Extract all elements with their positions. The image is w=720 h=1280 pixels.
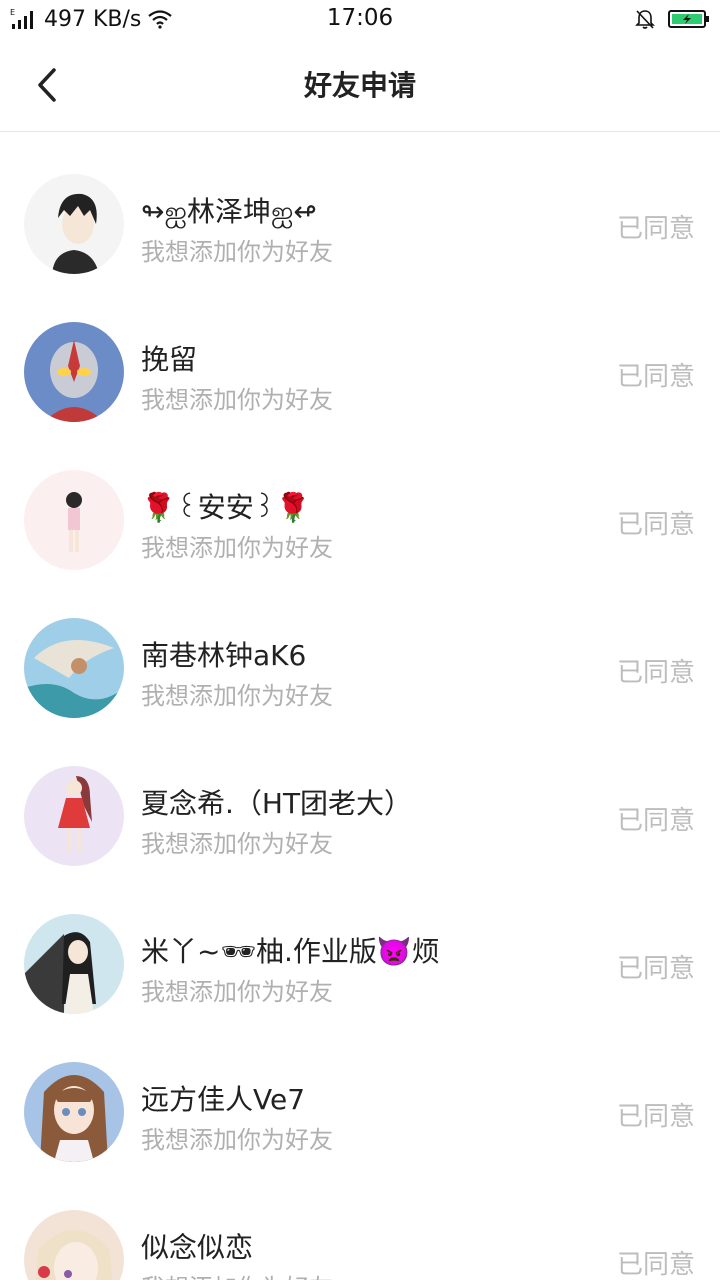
avatar-image (24, 618, 124, 718)
battery-icon (668, 10, 709, 28)
request-message: 我想添加你为好友 (141, 978, 333, 1006)
avatar[interactable] (24, 470, 124, 570)
status-bar: E 497 KB/s 17:06 (0, 0, 720, 40)
request-name: 似念似恋 (141, 1231, 254, 1264)
avatar-image (24, 914, 124, 1014)
friend-request-item[interactable]: 似念似恋 我想添加你为好友 已同意 (0, 1168, 720, 1280)
request-name: 挽留 (141, 343, 198, 376)
status-time: 17:06 (326, 5, 394, 31)
request-message: 我想添加你为好友 (141, 682, 333, 710)
avatar[interactable] (24, 766, 124, 866)
request-message: 我想添加你为好友 (141, 830, 333, 858)
request-name: 南巷林钟aK6 (141, 639, 307, 672)
request-message: 我想添加你为好友 (141, 1126, 333, 1154)
status-label: 已同意 (616, 1102, 695, 1132)
bell-muted-icon (635, 10, 655, 29)
friend-request-item[interactable]: 挽留 我想添加你为好友 已同意 (0, 280, 720, 428)
request-message: 我想添加你为好友 (141, 1268, 333, 1280)
status-label: 已同意 (616, 510, 695, 540)
avatar-image (24, 1210, 124, 1280)
friend-request-item[interactable]: 夏念希.（HT团老大） 我想添加你为好友 已同意 (0, 724, 720, 872)
friend-request-item[interactable]: 🌹꒰安安꒱🌹 我想添加你为好友 已同意 (0, 428, 720, 576)
friend-request-item[interactable]: ↬ஐ林泽坤ஐ↫ 我想添加你为好友 已同意 (0, 132, 720, 280)
avatar-image (24, 322, 124, 422)
avatar-image (24, 470, 124, 570)
request-name: 米丫~🕶柚.作业版👿烦 (141, 935, 440, 968)
nav-bar: 好友申请 (0, 40, 720, 132)
request-name: 🌹꒰安安꒱🌹 (141, 491, 311, 524)
request-message: 我想添加你为好友 (141, 534, 333, 562)
avatar[interactable] (24, 1210, 124, 1280)
request-name: ↬ஐ林泽坤ஐ↫ (141, 195, 317, 228)
status-right (634, 6, 710, 32)
page-title: 好友申请 (303, 69, 416, 102)
status-label: 已同意 (616, 806, 695, 836)
request-name: 夏念希.（HT团老大） (141, 787, 413, 820)
avatar-image (24, 174, 124, 274)
friend-request-list: ↬ஐ林泽坤ஐ↫ 我想添加你为好友 已同意 挽留 我想添加你为好友 已同意 🌹꒰安… (0, 132, 720, 1280)
avatar-image (24, 1062, 124, 1162)
avatar[interactable] (24, 174, 124, 274)
friend-request-item[interactable]: 南巷林钟aK6 我想添加你为好友 已同意 (0, 576, 720, 724)
status-label: 已同意 (616, 362, 695, 392)
request-message: 我想添加你为好友 (141, 238, 333, 266)
friend-request-item[interactable]: 米丫~🕶柚.作业版👿烦 我想添加你为好友 已同意 (0, 872, 720, 1020)
status-label: 已同意 (616, 658, 695, 688)
avatar[interactable] (24, 322, 124, 422)
status-label: 已同意 (616, 1250, 695, 1280)
avatar[interactable] (24, 1062, 124, 1162)
avatar[interactable] (24, 618, 124, 718)
request-message: 我想添加你为好友 (141, 386, 333, 414)
status-label: 已同意 (616, 214, 695, 244)
friend-request-item[interactable]: 远方佳人Ve7 我想添加你为好友 已同意 (0, 1020, 720, 1168)
status-label: 已同意 (616, 954, 695, 984)
avatar-image (24, 766, 124, 866)
request-name: 远方佳人Ve7 (141, 1083, 306, 1116)
avatar[interactable] (24, 914, 124, 1014)
